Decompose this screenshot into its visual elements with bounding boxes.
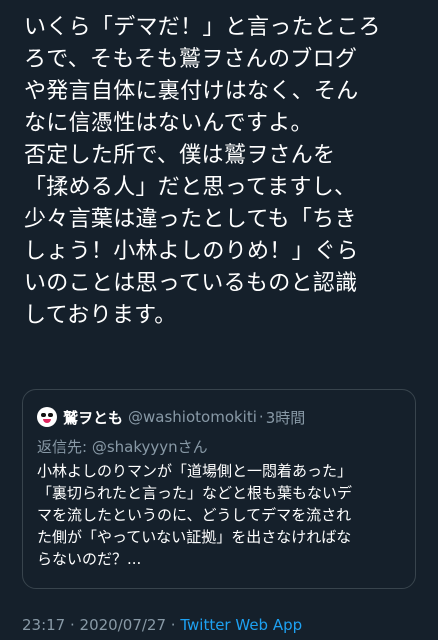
quoted-tweet-card[interactable]: 鷲ヲとも @washiotomokiti · 3時間 返信先: @shakyyy… [22, 389, 416, 589]
quoted-tweet-header: 鷲ヲとも @washiotomokiti · 3時間 [37, 406, 305, 428]
reply-to-line: 返信先: @shakyyynさん [37, 436, 208, 457]
quoted-text-line: 「裏切られたと言った」などと根も葉もないデ [37, 484, 353, 502]
face-icon[interactable] [37, 407, 57, 427]
separator-dot: · [65, 616, 80, 634]
separator-dot: · [258, 408, 264, 426]
quoted-tweet-time[interactable]: 3時間 [266, 407, 306, 428]
reply-to-prefix: 返信先: [37, 438, 92, 456]
quoted-text-line: マを流したというのに、どうしてデマを流され [37, 506, 352, 524]
reply-mention-link[interactable]: @shakyyyn [92, 438, 178, 456]
tweet-text-line: いくら「デマだ！」と言ったところ [24, 15, 381, 40]
tweet-text: いくら「デマだ！」と言ったところ ろで、そもそも鷲ヲさんのブログ や発言自体に裏… [24, 12, 424, 332]
tweet-source-link[interactable]: Twitter Web App [180, 616, 302, 634]
quoted-author-handle[interactable]: @washiotomokiti [128, 408, 257, 426]
tweet-text-line: いのことは思っているものと認識 [24, 271, 358, 296]
quoted-tweet-text: 小林よしのりマンが「道場側と一悶着あった」 「裏切られたと言った」などと根も葉も… [37, 460, 407, 570]
quoted-author-name[interactable]: 鷲ヲとも [63, 407, 123, 428]
tweet-text-line: 少々言葉は違ったとしても「ちき [24, 207, 357, 232]
quoted-text-line: らないのだ？... [37, 550, 142, 568]
reply-to-suffix: さん [177, 438, 208, 456]
tweet-metadata: 23:17 · 2020/07/27 · Twitter Web App [22, 616, 302, 634]
tweet-date[interactable]: 2020/07/27 [80, 616, 166, 634]
tweet-text-line: 否定した所で、僕は鷲ヲさんを [24, 143, 336, 168]
tweet-text-line: ろで、そもそも鷲ヲさんのブログ [24, 47, 358, 72]
tweet-text-line: しております。 [24, 303, 177, 328]
tweet-text-line: や発言自体に裏付けはなく、そん [24, 79, 359, 104]
quoted-text-line: た側が「やっていない証拠」を出さなければな [37, 528, 352, 546]
tweet-text-line: 「揉める人」だと思ってますし、 [24, 175, 357, 200]
quoted-text-line: 小林よしのりマンが「道場側と一悶着あった」 [37, 462, 353, 480]
tweet-text-line: なに信憑性はないんですよ。 [24, 111, 313, 136]
separator-dot: · [166, 616, 181, 634]
tweet-time[interactable]: 23:17 [22, 616, 65, 634]
tweet-text-line: しょう！小林よしのりめ！」ぐら [24, 239, 359, 264]
